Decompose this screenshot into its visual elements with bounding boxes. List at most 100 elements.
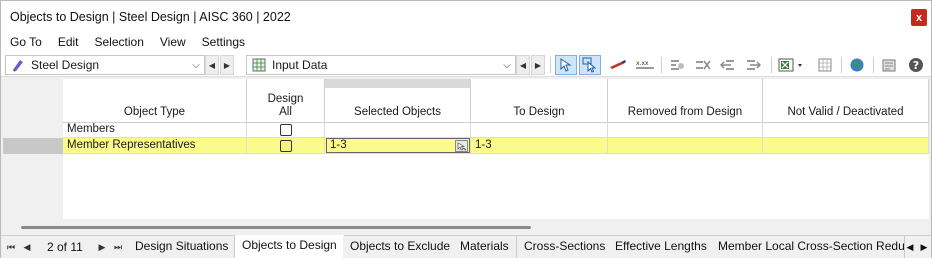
column-header-label: Selected Objects (354, 106, 441, 118)
pick-objects-icon[interactable] (455, 140, 468, 152)
title-bar: Objects to Design | Steel Design | AISC … (1, 1, 931, 33)
column-header-label: Object Type (123, 106, 186, 118)
select-multiple-button[interactable] (579, 55, 601, 75)
dialog-window: Objects to Design | Steel Design | AISC … (0, 0, 932, 258)
move-left-icon (720, 60, 734, 70)
menu-edit[interactable]: Edit (50, 33, 87, 53)
tab-design-situations[interactable]: Design Situations (128, 236, 237, 258)
tab-member-local-cross-section[interactable]: Member Local Cross-Section Reduct (711, 236, 905, 258)
next-table-button[interactable]: ▶ (531, 55, 545, 75)
tab-objects-to-exclude[interactable]: Objects to Exclude (343, 236, 459, 258)
table-row-selected[interactable]: Member Representatives 1-3 1-3 (3, 138, 929, 154)
table-row[interactable]: Members (3, 122, 929, 138)
menu-view[interactable]: View (152, 33, 194, 53)
globe-icon (850, 58, 864, 72)
table-grid-icon (252, 58, 266, 72)
row-header[interactable] (3, 138, 63, 154)
column-header-to-design[interactable]: To Design (471, 79, 608, 123)
object-type-cell[interactable]: Member Representatives (63, 138, 247, 154)
selected-objects-cell[interactable]: 1-3 (325, 138, 471, 154)
not-valid-cell (763, 122, 929, 138)
design-all-checkbox[interactable] (280, 140, 292, 152)
tab-scroll-left-icon[interactable]: ◀ (905, 240, 915, 254)
selected-objects-value: 1-3 (330, 139, 347, 151)
last-page-icon[interactable]: ⏭ (112, 239, 124, 255)
menu-settings[interactable]: Settings (194, 33, 253, 53)
row-header[interactable] (3, 122, 63, 138)
excel-export-icon (778, 58, 802, 72)
insert-row-button[interactable] (666, 55, 688, 75)
svg-text:?: ? (913, 59, 919, 72)
eye-pencil-icon (610, 60, 626, 69)
table-combo-label: Input Data (272, 58, 328, 72)
column-header-object-type[interactable]: Object Type (63, 79, 247, 123)
module-combo-label: Steel Design (31, 58, 100, 72)
to-design-cell (471, 122, 608, 138)
values-icon: x.xx (636, 60, 654, 69)
column-header-design-all[interactable]: Design All (247, 79, 325, 123)
move-left-button[interactable] (717, 55, 739, 75)
help-button[interactable]: ? (905, 55, 927, 75)
tab-scroll-right-icon[interactable]: ▶ (919, 240, 929, 254)
insert-row-icon (671, 60, 684, 70)
prev-module-button[interactable]: ◀ (205, 55, 219, 75)
tab-materials[interactable]: Materials (453, 236, 517, 258)
select-in-model-button[interactable] (555, 55, 577, 75)
table-combo[interactable]: Input Data ⌵ (246, 55, 516, 75)
design-all-cell[interactable] (247, 138, 325, 154)
import-grid-icon (818, 58, 832, 72)
column-header-not-valid[interactable]: Not Valid / Deactivated (763, 79, 929, 123)
column-header-label: Not Valid / Deactivated (787, 106, 904, 118)
column-header-label: Design All (267, 93, 304, 118)
column-header-label: Removed from Design (627, 106, 743, 118)
horizontal-scrollbar[interactable] (21, 226, 531, 229)
design-all-checkbox[interactable] (280, 124, 292, 136)
view-button[interactable] (607, 55, 629, 75)
menu-bar: Go To Edit Selection View Settings (1, 33, 931, 53)
delete-row-icon (696, 60, 711, 70)
column-header-selected-objects[interactable]: Selected Objects (325, 79, 471, 123)
steel-design-icon (13, 60, 23, 72)
removed-cell (608, 138, 763, 154)
next-page-icon[interactable]: ▶ (96, 239, 108, 255)
delete-row-button[interactable] (692, 55, 714, 75)
menu-selection[interactable]: Selection (87, 33, 152, 53)
selected-objects-input[interactable]: 1-3 (326, 138, 470, 153)
menu-go-to[interactable]: Go To (1, 33, 50, 53)
window-title: Objects to Design | Steel Design | AISC … (10, 10, 291, 24)
import-button[interactable] (814, 55, 836, 75)
prev-page-icon[interactable]: ◀ (21, 239, 33, 255)
column-header-label: To Design (513, 106, 565, 118)
globe-button[interactable] (846, 55, 868, 75)
move-right-button[interactable] (742, 55, 764, 75)
toolbar-separator (771, 57, 772, 73)
printout-report-icon (882, 59, 896, 72)
toolbar-separator (550, 57, 551, 73)
xxx-values-button[interactable]: x.xx (634, 55, 656, 75)
export-excel-button[interactable] (776, 55, 810, 75)
sheet-tab-bar: ⏮ ◀ 2 of 11 ▶ ⏭ Design Situations Object… (1, 235, 931, 258)
to-design-cell: 1-3 (471, 138, 608, 154)
removed-cell (608, 122, 763, 138)
prev-table-button[interactable]: ◀ (516, 55, 530, 75)
select-multiple-icon (582, 57, 597, 73)
object-type-cell[interactable]: Members (63, 122, 247, 138)
close-button[interactable]: x (911, 9, 927, 26)
selected-objects-cell[interactable] (325, 122, 471, 138)
tab-effective-lengths[interactable]: Effective Lengths (608, 236, 715, 258)
design-all-cell[interactable] (247, 122, 325, 138)
select-pointer-icon (560, 58, 572, 72)
column-header-removed-from-design[interactable]: Removed from Design (608, 79, 763, 123)
page-indicator: 2 of 11 (47, 240, 83, 254)
next-module-button[interactable]: ▶ (220, 55, 234, 75)
move-right-icon (747, 60, 761, 70)
module-combo[interactable]: Steel Design ⌵ (5, 55, 205, 75)
first-page-icon[interactable]: ⏮ (5, 239, 17, 255)
tab-cross-sections[interactable]: Cross-Sections (517, 236, 614, 258)
report-button[interactable] (878, 55, 900, 75)
not-valid-cell (763, 138, 929, 154)
help-icon: ? (909, 58, 923, 72)
toolbar: Steel Design ⌵ ◀ ▶ Input Data ⌵ ◀ ▶ x.xx… (1, 53, 931, 77)
toolbar-separator (873, 57, 874, 73)
tab-objects-to-design[interactable]: Objects to Design (234, 235, 345, 258)
